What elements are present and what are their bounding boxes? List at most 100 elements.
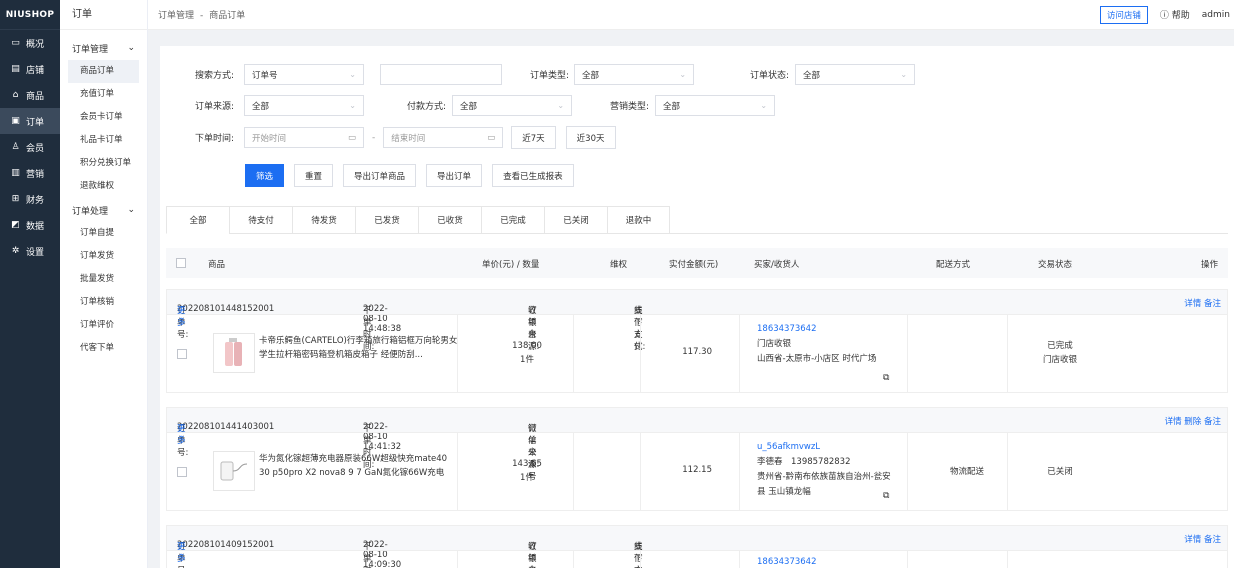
source-label: 订单来源: [194,102,234,112]
col-refund: 维权 [610,260,628,270]
subnav-item-batch-ship[interactable]: 批量发货 [60,268,147,291]
row-checkbox[interactable] [177,349,187,359]
start-time-input[interactable]: 开始时间 ▭ [244,127,364,148]
end-time-input[interactable]: 结束时间 ▭ [383,127,504,148]
subnav-item-refund[interactable]: 退款维权 [60,175,147,198]
sidebar-item-member[interactable]: ♙ 会员 [0,134,60,160]
subnav-item-ship[interactable]: 订单发货 [60,245,147,268]
buyer-name[interactable]: 18634373642 [757,322,897,337]
input-placeholder: 结束时间 [391,133,426,144]
breadcrumb-current: 商品订单 [209,11,246,21]
sidebar-item-marketing[interactable]: ▥ 营销 [0,160,60,186]
user-icon: ♙ [11,142,20,152]
sidebar-item-order[interactable]: ▣ 订单 [0,108,60,134]
subnav-item-goods-order[interactable]: 商品订单 [68,60,139,83]
search-mode-label: 搜索方式: [194,71,234,81]
sidebar-item-label: 商品 [26,91,45,102]
search-input[interactable] [380,64,502,85]
sidebar-item-overview[interactable]: ▭ 概况 [0,30,60,56]
order-ops[interactable]: 详情 备注 [1184,533,1221,545]
tab-received[interactable]: 已收货 [418,206,481,234]
shop-icon: ▤ [11,64,20,74]
visit-store-button[interactable]: 访问店铺 [1099,5,1148,24]
order-card: 订单号: 202208101441403001 更多 下单时间: 2022-08… [166,407,1228,511]
export-goods-button[interactable]: 导出订单商品 [343,164,417,187]
order-type-select[interactable]: 全部 ⌄ [574,64,695,85]
help-link[interactable]: ⓘ 帮助 [1160,8,1190,21]
last-30-days-button[interactable]: 近30天 [565,126,616,149]
select-all-checkbox[interactable] [176,258,186,268]
product-name[interactable]: 华为氮化镓超薄充电器原装66W超级快充mate40 30 p50pro X2 n… [259,452,459,480]
subnav-group-order-manage[interactable]: 订单管理 ⌄ [60,36,147,60]
tab-pending-pay[interactable]: 待支付 [229,206,292,234]
goods-icon: ⌂ [12,90,19,100]
address: 山西省-太原市-小店区 时代广场 [757,354,877,364]
product-image [213,451,255,491]
order-no-value: 202208101448152001 [177,304,275,314]
tab-refunding[interactable]: 退款中 [607,206,670,234]
subnav-item-recharge-order[interactable]: 充值订单 [60,83,147,106]
charger-icon [220,461,248,481]
sidebar-item-goods[interactable]: ⌂ 商品 [0,82,60,108]
reset-button[interactable]: 重置 [294,164,334,187]
sub-sidebar: 订单 订单管理 ⌄ 商品订单 充值订单 会员卡订单 礼品卡订单 积分兑换订单 退款… [60,0,148,568]
order-ops[interactable]: 详情 备注 [1184,297,1221,309]
marketing-icon: ▥ [11,168,20,178]
filter-button[interactable]: 筛选 [245,164,285,187]
last-7-days-button[interactable]: 近7天 [511,126,556,149]
subnav-item-verify[interactable]: 订单核销 [60,291,147,314]
subnav-item-pickup[interactable]: 订单自提 [60,222,147,245]
breadcrumb-separator: - [200,11,204,21]
buyer-info: u_56afkmvwzL 李德春 13985782832 贵州省-黔南布依族苗族… [757,440,897,500]
sidebar-item-shop[interactable]: ▤ 店铺 [0,56,60,82]
export-order-button[interactable]: 导出订单 [426,164,483,187]
breadcrumb-item[interactable]: 订单管理 [158,11,194,21]
promo-type-select[interactable]: 全部 ⌄ [655,95,776,116]
select-value: 全部 [460,101,478,112]
trade-status: 已完成 门店收银 [1025,339,1095,367]
subnav-item-points-order[interactable]: 积分兑换订单 [60,152,147,175]
sidebar-item-label: 财务 [26,195,45,206]
monitor-icon: ▭ [11,38,20,48]
source-select[interactable]: 全部 ⌄ [244,95,364,116]
pay-method-select[interactable]: 全部 ⌄ [452,95,573,116]
order-ops[interactable]: 详情 删除 备注 [1165,415,1221,427]
sidebar-item-label: 数据 [26,221,45,232]
subnav-group-order-process[interactable]: 订单处理 ⌄ [60,198,147,222]
order-row: 18634373642 [167,550,1227,568]
row-checkbox[interactable] [177,467,187,477]
status-sub: 门店收银 [1042,355,1077,365]
view-report-button[interactable]: 查看已生成报表 [492,164,574,187]
order-status-select[interactable]: 全部 ⌄ [795,64,916,85]
subnav-item-proxy-order[interactable]: 代客下单 [60,337,147,360]
product-name[interactable]: 卡帝乐鳄鱼(CARTELO)行李箱旅行箱铝框万向轮男女学生拉杆箱密码箱登机箱皮箱… [259,334,459,362]
sidebar-item-settings[interactable]: ✲ 设置 [0,238,60,264]
buyer-name[interactable]: 18634373642 [757,555,897,568]
order-header: 订单号: 202208101441403001 更多 下单时间: 2022-08… [167,408,1227,482]
copy-icon[interactable]: ⧉ [883,491,889,501]
sidebar-item-data[interactable]: ◩ 数据 [0,212,60,238]
chevron-down-icon: ⌄ [900,70,908,79]
buyer-name[interactable]: u_56afkmvwzL [757,440,897,455]
paid-amount: 112.15 [682,465,712,475]
sidebar-item-finance[interactable]: ⊞ 财务 [0,186,60,212]
order-row: 卡帝乐鳄鱼(CARTELO)行李箱旅行箱铝框万向轮男女学生拉杆箱密码箱登机箱皮箱… [167,314,1227,392]
order-row: 华为氮化镓超薄充电器原装66W超级快充mate40 30 p50pro X2 n… [167,432,1227,510]
user-menu[interactable]: admin [1202,10,1230,20]
tab-closed[interactable]: 已关闭 [544,206,607,234]
subnav-item-membercard-order[interactable]: 会员卡订单 [60,106,147,129]
tab-all[interactable]: 全部 [166,206,229,234]
col-price-qty: 单价(元) / 数量 [482,260,540,270]
sidebar-item-label: 订单 [26,117,45,128]
tab-shipped[interactable]: 已发货 [355,206,418,234]
search-mode-select[interactable]: 订单号 ⌄ [244,64,364,85]
tab-pending-ship[interactable]: 待发货 [292,206,355,234]
tab-completed[interactable]: 已完成 [481,206,544,234]
copy-icon[interactable]: ⧉ [883,373,889,383]
input-placeholder: 开始时间 [252,133,287,144]
subnav-item-review[interactable]: 订单评价 [60,314,147,337]
chevron-down-icon: ⌄ [679,70,687,79]
delivery-method: 物流配送 [949,467,984,477]
subnav-item-giftcard-order[interactable]: 礼品卡订单 [60,129,147,152]
col-delivery: 配送方式 [936,260,971,270]
